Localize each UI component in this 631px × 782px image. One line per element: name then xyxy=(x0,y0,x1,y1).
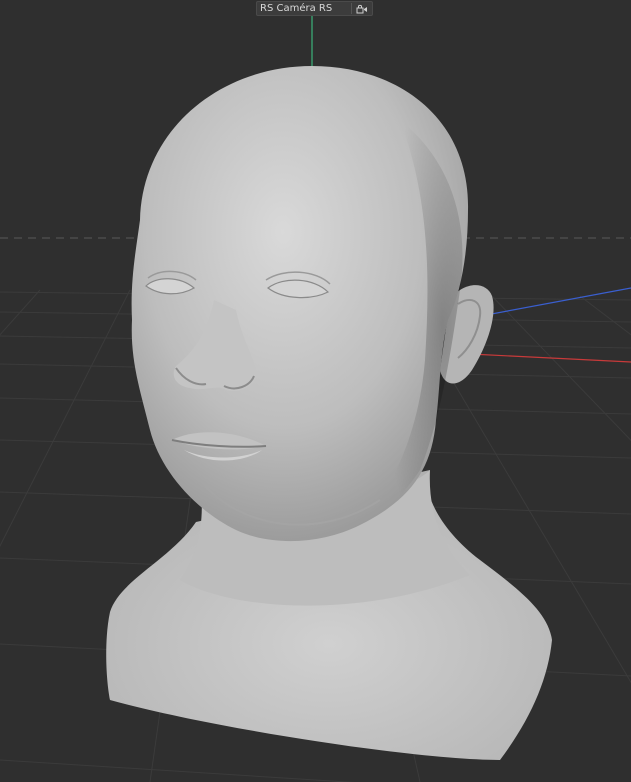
3d-viewport[interactable]: RS Caméra RS xyxy=(0,0,631,782)
x-axis xyxy=(469,353,631,363)
camera-lock-icon[interactable] xyxy=(355,3,369,14)
camera-label: RS Caméra RS xyxy=(260,3,333,14)
viewport-scene[interactable] xyxy=(0,0,631,782)
camera-divider xyxy=(351,3,352,14)
z-axis xyxy=(469,287,631,319)
camera-selector[interactable]: RS Caméra RS xyxy=(256,1,373,16)
